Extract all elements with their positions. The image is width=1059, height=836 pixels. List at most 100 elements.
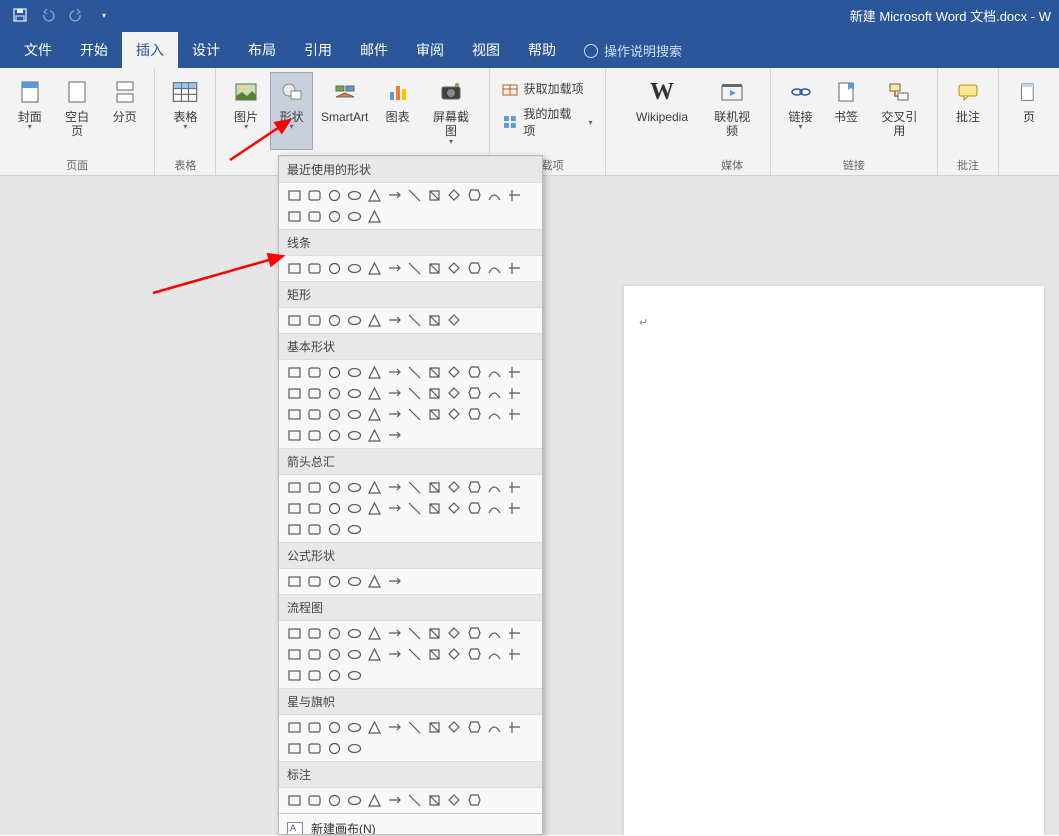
shape-flowchart-5[interactable] <box>385 624 404 643</box>
shape-recent-13[interactable] <box>305 207 324 226</box>
shape-rectangles-0[interactable] <box>285 311 304 330</box>
shape-rectangles-3[interactable] <box>345 311 364 330</box>
shape-basic-9[interactable] <box>465 363 484 382</box>
shape-callouts-3[interactable] <box>345 791 364 810</box>
shape-arrows-6[interactable] <box>405 478 424 497</box>
shape-recent-12[interactable] <box>285 207 304 226</box>
shape-basic-34[interactable] <box>485 405 504 424</box>
tab-layout[interactable]: 布局 <box>234 32 290 68</box>
shape-lines-6[interactable] <box>405 259 424 278</box>
shape-basic-31[interactable] <box>425 405 444 424</box>
tab-review[interactable]: 审阅 <box>402 32 458 68</box>
shape-basic-17[interactable] <box>385 384 404 403</box>
tab-mailings[interactable]: 邮件 <box>346 32 402 68</box>
shape-arrows-7[interactable] <box>425 478 444 497</box>
shape-basic-23[interactable] <box>505 384 524 403</box>
shape-stars-1[interactable] <box>305 718 324 737</box>
shape-basic-25[interactable] <box>305 405 324 424</box>
tab-insert[interactable]: 插入 <box>122 32 178 68</box>
shape-flowchart-8[interactable] <box>445 624 464 643</box>
shape-arrows-24[interactable] <box>285 520 304 539</box>
shape-basic-18[interactable] <box>405 384 424 403</box>
shape-basic-36[interactable] <box>285 426 304 445</box>
shape-flowchart-1[interactable] <box>305 624 324 643</box>
shape-arrows-27[interactable] <box>345 520 364 539</box>
chart-button[interactable]: 图表 <box>376 72 419 150</box>
shape-flowchart-2[interactable] <box>325 624 344 643</box>
tab-file[interactable]: 文件 <box>10 32 66 68</box>
shape-recent-2[interactable] <box>325 186 344 205</box>
bookmark-button[interactable]: 书签 <box>824 72 867 143</box>
shape-recent-5[interactable] <box>385 186 404 205</box>
shape-flowchart-20[interactable] <box>445 645 464 664</box>
shape-rectangles-4[interactable] <box>365 311 384 330</box>
shape-flowchart-4[interactable] <box>365 624 384 643</box>
shape-equation-2[interactable] <box>325 572 344 591</box>
shape-basic-26[interactable] <box>325 405 344 424</box>
get-addins-button[interactable]: 获取加载项 <box>498 78 588 99</box>
pictures-button[interactable]: 图片 ▾ <box>224 72 267 150</box>
shape-basic-41[interactable] <box>385 426 404 445</box>
shape-callouts-2[interactable] <box>325 791 344 810</box>
shape-arrows-20[interactable] <box>445 499 464 518</box>
shape-flowchart-6[interactable] <box>405 624 424 643</box>
shape-lines-9[interactable] <box>465 259 484 278</box>
shape-equation-4[interactable] <box>365 572 384 591</box>
shape-equation-5[interactable] <box>385 572 404 591</box>
shape-recent-1[interactable] <box>305 186 324 205</box>
qat-dropdown-icon[interactable]: ▾ <box>96 7 112 23</box>
shape-arrows-10[interactable] <box>485 478 504 497</box>
shape-arrows-11[interactable] <box>505 478 524 497</box>
shape-rectangles-5[interactable] <box>385 311 404 330</box>
shape-lines-0[interactable] <box>285 259 304 278</box>
shape-flowchart-18[interactable] <box>405 645 424 664</box>
shape-flowchart-26[interactable] <box>325 666 344 685</box>
shape-basic-20[interactable] <box>445 384 464 403</box>
cross-reference-button[interactable]: 交叉引用 <box>870 72 929 143</box>
shape-recent-14[interactable] <box>325 207 344 226</box>
shape-stars-13[interactable] <box>305 739 324 758</box>
shape-basic-1[interactable] <box>305 363 324 382</box>
shape-stars-2[interactable] <box>325 718 344 737</box>
shape-recent-16[interactable] <box>365 207 384 226</box>
tab-design[interactable]: 设计 <box>178 32 234 68</box>
shape-arrows-26[interactable] <box>325 520 344 539</box>
shape-equation-1[interactable] <box>305 572 324 591</box>
shape-arrows-2[interactable] <box>325 478 344 497</box>
shape-rectangles-2[interactable] <box>325 311 344 330</box>
shape-flowchart-24[interactable] <box>285 666 304 685</box>
shape-basic-19[interactable] <box>425 384 444 403</box>
shape-stars-7[interactable] <box>425 718 444 737</box>
shape-lines-2[interactable] <box>325 259 344 278</box>
shape-arrows-14[interactable] <box>325 499 344 518</box>
shape-basic-32[interactable] <box>445 405 464 424</box>
shape-arrows-0[interactable] <box>285 478 304 497</box>
tab-home[interactable]: 开始 <box>66 32 122 68</box>
shape-stars-0[interactable] <box>285 718 304 737</box>
shape-rectangles-6[interactable] <box>405 311 424 330</box>
wikipedia-button[interactable]: W Wikipedia <box>630 72 694 128</box>
shape-basic-0[interactable] <box>285 363 304 382</box>
shape-recent-0[interactable] <box>285 186 304 205</box>
shape-stars-15[interactable] <box>345 739 364 758</box>
shape-callouts-4[interactable] <box>365 791 384 810</box>
shape-lines-7[interactable] <box>425 259 444 278</box>
shape-stars-3[interactable] <box>345 718 364 737</box>
table-button[interactable]: 表格 ▾ <box>163 72 207 135</box>
shape-basic-6[interactable] <box>405 363 424 382</box>
page-break-button[interactable]: 分页 <box>103 72 146 143</box>
shape-flowchart-23[interactable] <box>505 645 524 664</box>
shape-basic-27[interactable] <box>345 405 364 424</box>
shape-arrows-15[interactable] <box>345 499 364 518</box>
shape-callouts-9[interactable] <box>465 791 484 810</box>
shape-basic-7[interactable] <box>425 363 444 382</box>
shape-basic-24[interactable] <box>285 405 304 424</box>
tab-help[interactable]: 帮助 <box>514 32 570 68</box>
shape-stars-10[interactable] <box>485 718 504 737</box>
shapes-button[interactable]: 形状 ▾ <box>270 72 313 150</box>
shape-basic-12[interactable] <box>285 384 304 403</box>
shape-flowchart-9[interactable] <box>465 624 484 643</box>
save-icon[interactable] <box>12 7 28 23</box>
shape-flowchart-21[interactable] <box>465 645 484 664</box>
header-button[interactable]: 页 <box>1007 72 1051 128</box>
